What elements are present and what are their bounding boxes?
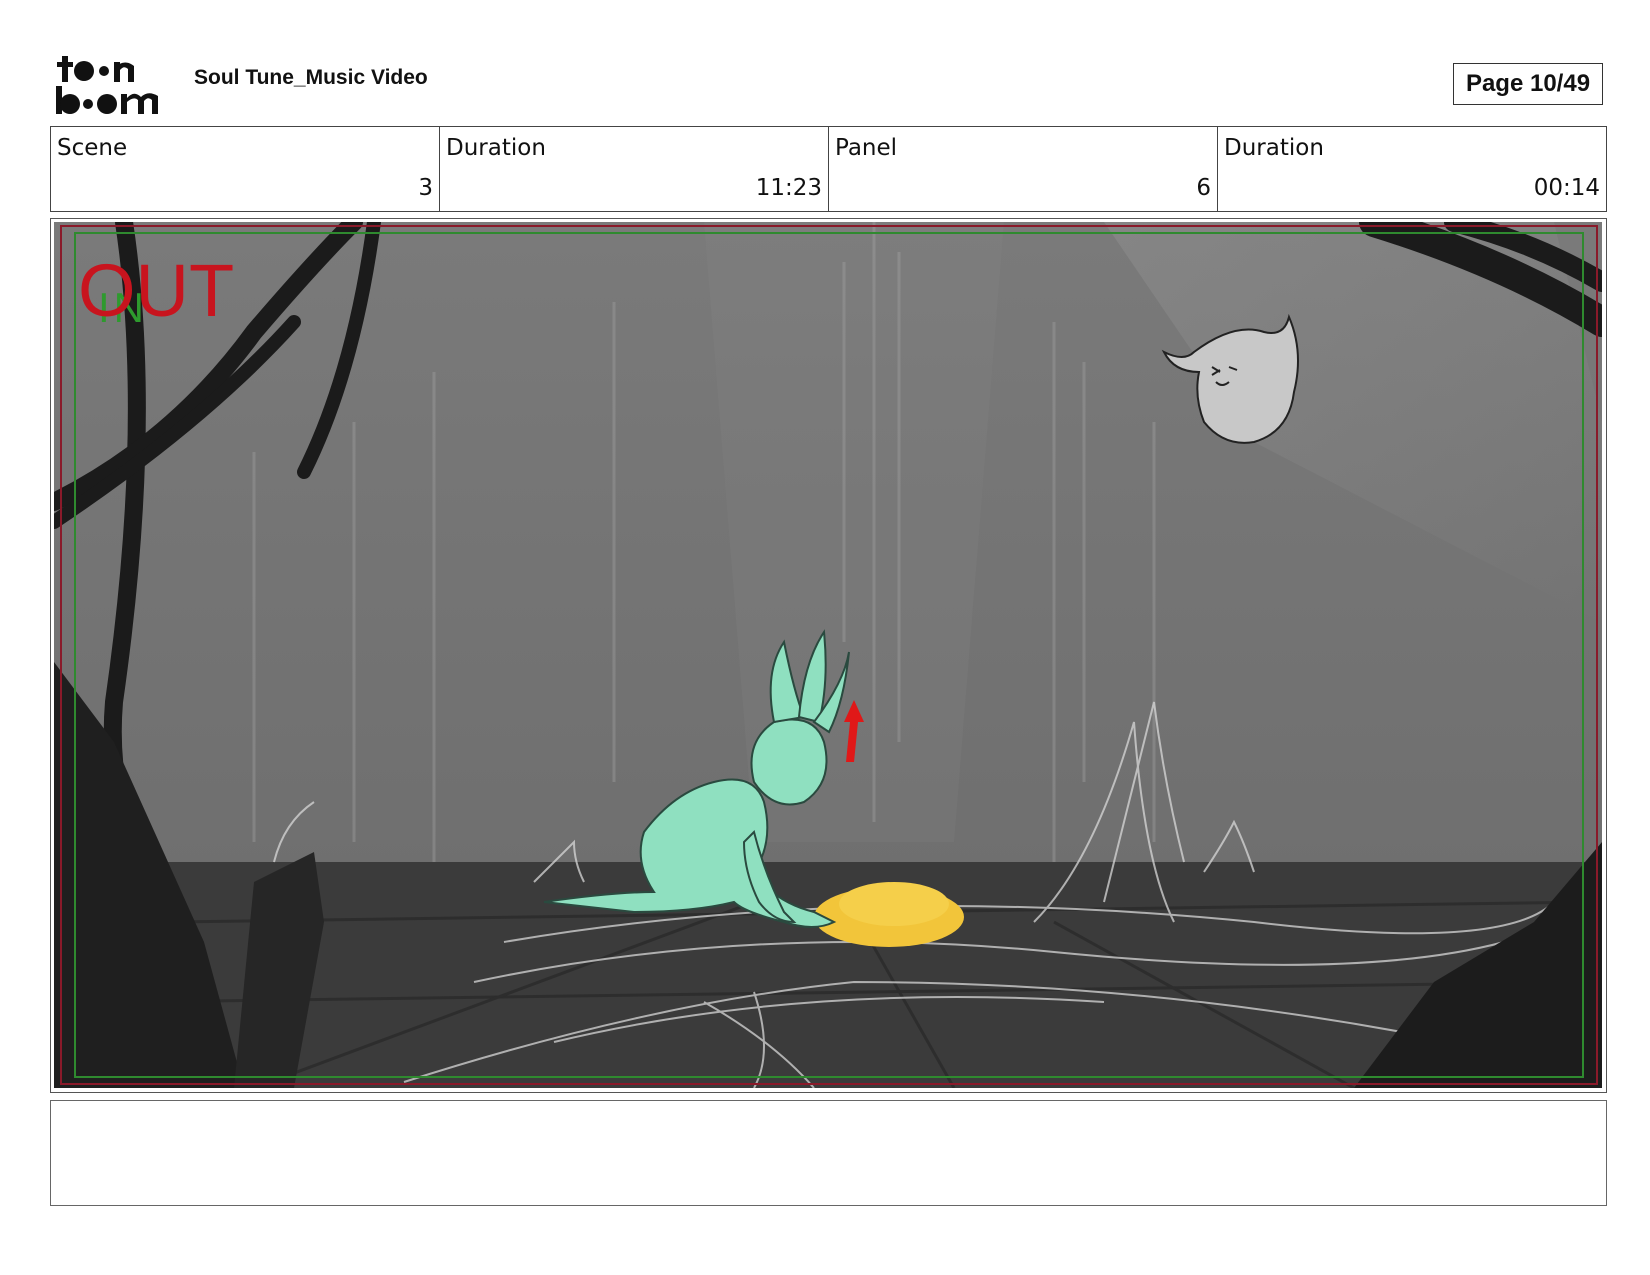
scene-duration-cell: Duration 11:23 [440, 127, 829, 211]
scene-label: Scene [57, 135, 128, 161]
panel-duration-label: Duration [1224, 135, 1324, 161]
glow-object-top [839, 882, 949, 926]
scene-value: 3 [418, 175, 433, 201]
panel-drawing: IN OUT [54, 222, 1602, 1088]
panel-duration-cell: Duration 00:14 [1218, 127, 1606, 211]
panel-value: 6 [1196, 175, 1211, 201]
scene-info-table: Scene 3 Duration 11:23 Panel 6 Duration … [50, 126, 1607, 212]
scene-duration-value: 11:23 [755, 175, 822, 201]
page-counter: Page 10/49 [1453, 63, 1603, 105]
panel-notes [50, 1100, 1607, 1206]
panel-label: Panel [835, 135, 898, 161]
panel-cell: Panel 6 [829, 127, 1218, 211]
project-title: Soul Tune_Music Video [194, 66, 428, 89]
panel-duration-value: 00:14 [1533, 175, 1600, 201]
storyboard-panel: IN OUT [50, 218, 1607, 1093]
out-marker: OUT [78, 249, 234, 332]
scene-duration-label: Duration [446, 135, 546, 161]
scene-cell: Scene 3 [51, 127, 440, 211]
toonboom-logo [56, 56, 158, 114]
